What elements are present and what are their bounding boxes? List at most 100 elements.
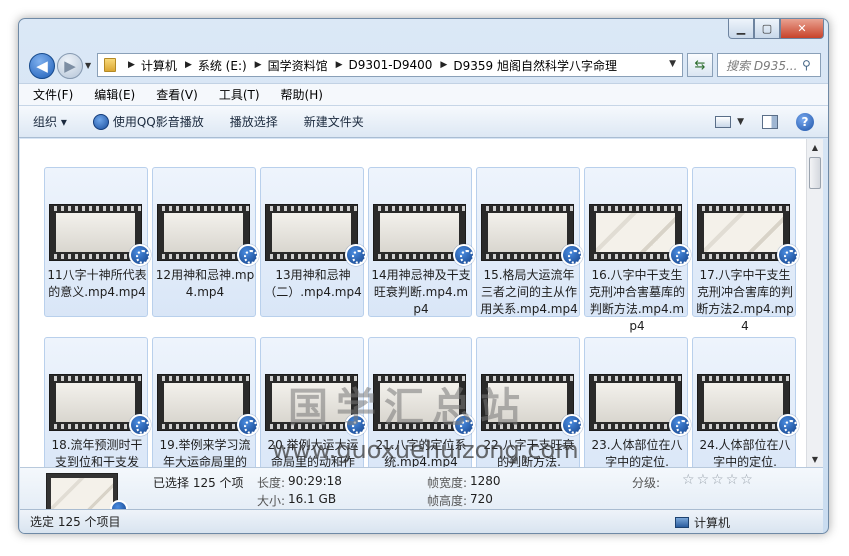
size-value: 16.1 GB bbox=[288, 492, 337, 506]
file-item[interactable]: 14用神忌神及干支旺衰判断.mp4.mp4 bbox=[368, 167, 475, 317]
frame-height-key: 帧高度: bbox=[427, 494, 468, 508]
breadcrumb-separator-icon[interactable]: ▶ bbox=[255, 60, 262, 70]
breadcrumb-folder-range[interactable]: D9301-D9400 bbox=[349, 58, 433, 72]
close-button[interactable]: ✕ bbox=[780, 19, 824, 39]
frame-width-key: 帧宽度: bbox=[427, 476, 468, 490]
breadcrumb-folder-guoxue[interactable]: 国学资料馆 bbox=[268, 57, 328, 74]
menu-edit[interactable]: 编辑(E) bbox=[90, 84, 139, 105]
computer-icon bbox=[675, 517, 689, 528]
breadcrumb-separator-icon[interactable]: ▶ bbox=[185, 60, 192, 70]
breadcrumb-separator-icon[interactable]: ▶ bbox=[336, 60, 343, 70]
file-item[interactable]: 24.人体部位在八字中的定位. bbox=[692, 337, 799, 467]
file-item[interactable]: 16.八字中干支生克刑冲合害墓库的判断方法.mp4.mp4 bbox=[584, 167, 691, 333]
back-button[interactable]: ◀ bbox=[29, 53, 55, 79]
rating-stars[interactable]: ☆☆☆☆☆ bbox=[682, 472, 755, 488]
watermark-url: www.guoxuehuizong.com bbox=[272, 436, 579, 464]
length-key: 长度: bbox=[257, 476, 286, 490]
recent-pages-dropdown[interactable]: ▼ bbox=[85, 61, 91, 70]
qq-video-icon bbox=[561, 414, 583, 436]
status-location-text: 计算机 bbox=[694, 516, 731, 530]
file-item[interactable]: 15.格局大运流年三者之间的主从作用关系.mp4.mp4 bbox=[476, 167, 583, 317]
file-item[interactable]: 12用神和忌神.mp4.mp4 bbox=[152, 167, 259, 317]
menu-view[interactable]: 查看(V) bbox=[152, 84, 202, 105]
breadcrumb-current-folder[interactable]: D9359 旭阁自然科学八字命理 bbox=[453, 57, 617, 74]
view-dropdown-icon[interactable]: ▼ bbox=[737, 117, 744, 127]
folder-icon bbox=[104, 58, 116, 72]
file-name: 23.人体部位在八字中的定位. bbox=[591, 438, 683, 467]
qq-video-icon bbox=[777, 244, 799, 266]
file-name: 19.举例来学习流年大运命局里的 bbox=[159, 438, 251, 467]
watermark-text: 国学汇总站 bbox=[288, 385, 528, 431]
vertical-scrollbar[interactable]: ▲ ▼ bbox=[806, 139, 823, 467]
file-item[interactable]: 13用神和忌神（二）.mp4.mp4 bbox=[260, 167, 367, 317]
video-thumbnail bbox=[157, 204, 250, 261]
file-name: 12用神和忌神.mp4.mp4 bbox=[155, 268, 255, 299]
qq-video-icon bbox=[129, 414, 151, 436]
file-list: 11八字十神所代表的意义.mp4.mp4 12用神和忌神.mp4.mp4 13用神和… bbox=[20, 139, 806, 467]
breadcrumb-drive[interactable]: 系统 (E:) bbox=[198, 57, 247, 74]
file-item[interactable]: 23.人体部位在八字中的定位. bbox=[584, 337, 691, 467]
refresh-icon: ⇆ bbox=[694, 57, 706, 73]
play-with-qq-label: 使用QQ影音播放 bbox=[112, 115, 204, 129]
qq-video-icon bbox=[669, 414, 691, 436]
file-name: 17.八字中干支生克刑冲合害库的判断方法2.mp4.mp4 bbox=[696, 268, 794, 333]
breadcrumb-computer[interactable]: 计算机 bbox=[141, 57, 177, 74]
video-thumbnail bbox=[49, 204, 142, 261]
scroll-down-icon[interactable]: ▼ bbox=[807, 451, 823, 467]
navigation-bar: ◀ ▶ ▼ ▶ 计算机 ▶ 系统 (E:) ▶ 国学资料馆 ▶ D9301-D9… bbox=[19, 47, 828, 81]
video-thumbnail bbox=[157, 374, 250, 431]
menu-file[interactable]: 文件(F) bbox=[29, 84, 77, 105]
title-bar: ▁ ▢ ✕ bbox=[19, 19, 828, 47]
breadcrumb-separator-icon[interactable]: ▶ bbox=[440, 60, 447, 70]
file-name: 13用神和忌神（二）.mp4.mp4 bbox=[264, 268, 362, 299]
qq-video-icon bbox=[561, 244, 583, 266]
change-view-icon[interactable] bbox=[715, 116, 732, 128]
close-icon: ✕ bbox=[797, 22, 807, 35]
qq-video-icon bbox=[237, 244, 259, 266]
file-name: 16.八字中干支生克刑冲合害墓库的判断方法.mp4.mp4 bbox=[588, 268, 685, 333]
refresh-button[interactable]: ⇆ bbox=[687, 53, 713, 77]
file-item[interactable]: 17.八字中干支生克刑冲合害库的判断方法2.mp4.mp4 bbox=[692, 167, 799, 333]
forward-button[interactable]: ▶ bbox=[57, 53, 83, 79]
scrollbar-thumb[interactable] bbox=[809, 157, 821, 189]
address-bar[interactable]: ▶ 计算机 ▶ 系统 (E:) ▶ 国学资料馆 ▶ D9301-D9400 ▶ … bbox=[97, 53, 683, 77]
menu-bar: 文件(F) 编辑(E) 查看(V) 工具(T) 帮助(H) bbox=[19, 83, 828, 105]
search-box[interactable]: 搜索 D935... ⚲ bbox=[717, 53, 821, 77]
organize-button[interactable]: 组织 ▾ bbox=[33, 113, 67, 130]
play-selected-button[interactable]: 播放选择 bbox=[230, 113, 278, 130]
star-icon[interactable]: ☆ bbox=[740, 472, 755, 488]
video-thumbnail bbox=[373, 204, 466, 261]
maximize-icon: ▢ bbox=[761, 22, 773, 35]
selection-count: 已选择 125 个项 bbox=[153, 476, 244, 490]
scroll-up-icon[interactable]: ▲ bbox=[807, 139, 823, 155]
search-icon[interactable]: ⚲ bbox=[802, 58, 820, 72]
file-item[interactable]: 18.流年预测时干支到位和干支发 bbox=[44, 337, 151, 467]
back-arrow-icon: ◀ bbox=[36, 57, 48, 75]
size-key: 大小: bbox=[257, 494, 286, 508]
play-with-qq-button[interactable]: 使用QQ影音播放 bbox=[92, 113, 204, 130]
file-item[interactable]: 19.举例来学习流年大运命局里的 bbox=[152, 337, 259, 467]
minimize-button[interactable]: ▁ bbox=[728, 19, 754, 39]
status-selection-text: 选定 125 个项目 bbox=[30, 515, 121, 529]
star-icon[interactable]: ☆ bbox=[682, 472, 697, 488]
menu-tools[interactable]: 工具(T) bbox=[215, 84, 264, 105]
frame-height-value: 720 bbox=[470, 492, 493, 506]
address-dropdown-icon[interactable]: ▼ bbox=[669, 59, 676, 69]
rating-key: 分级: bbox=[632, 476, 661, 490]
qq-video-icon bbox=[129, 244, 151, 266]
star-icon[interactable]: ☆ bbox=[697, 472, 712, 488]
star-icon[interactable]: ☆ bbox=[726, 472, 741, 488]
forward-arrow-icon: ▶ bbox=[64, 57, 76, 75]
file-item[interactable]: 11八字十神所代表的意义.mp4.mp4 bbox=[44, 167, 151, 317]
qq-video-icon bbox=[345, 244, 367, 266]
help-icon[interactable]: ? bbox=[796, 113, 814, 131]
new-folder-button[interactable]: 新建文件夹 bbox=[304, 113, 364, 130]
file-name: 24.人体部位在八字中的定位. bbox=[699, 438, 791, 467]
preview-pane-icon[interactable] bbox=[762, 115, 778, 129]
menu-help[interactable]: 帮助(H) bbox=[277, 84, 327, 105]
star-icon[interactable]: ☆ bbox=[711, 472, 726, 488]
command-bar: 组织 ▾ 使用QQ影音播放 播放选择 新建文件夹 ▼ ? bbox=[19, 105, 828, 138]
search-input[interactable]: 搜索 D935... bbox=[718, 57, 802, 74]
file-name: 15.格局大运流年三者之间的主从作用关系.mp4.mp4 bbox=[480, 268, 578, 316]
maximize-button[interactable]: ▢ bbox=[754, 19, 780, 39]
